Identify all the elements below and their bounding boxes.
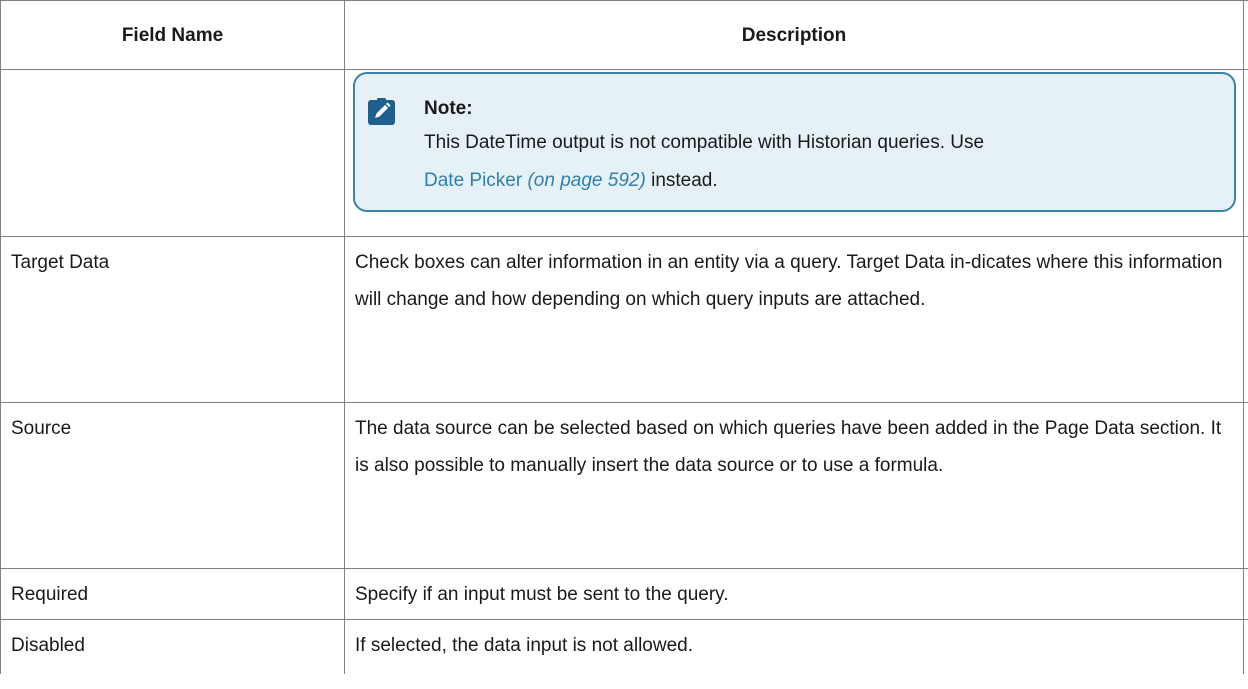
note-text-after: instead.	[651, 170, 718, 191]
description-cell: Note: This DateTime output is not compat…	[345, 70, 1244, 236]
field-cell: Source	[0, 403, 345, 568]
note-text-before: This DateTime output is not compatible w…	[424, 132, 985, 153]
page-reference-link[interactable]: (on page 592)	[527, 170, 645, 191]
description-cell: Check boxes can alter information in an …	[345, 237, 1244, 402]
description-cell: Specify if an input must be sent to the …	[345, 569, 1244, 619]
table-row: Target Data Check boxes can alter inform…	[0, 237, 1248, 403]
field-cell-empty	[0, 70, 345, 236]
description-cell: The data source can be selected based on…	[345, 403, 1244, 568]
date-picker-link[interactable]: Date Picker	[424, 170, 522, 191]
table-row: Note: This DateTime output is not compat…	[0, 70, 1248, 237]
field-cell: Disabled	[0, 620, 345, 674]
header-description: Description	[345, 1, 1244, 69]
note-text: This DateTime output is not compatible w…	[424, 124, 1220, 200]
table-row: Source The data source can be selected b…	[0, 403, 1248, 569]
description-cell: If selected, the data input is not allow…	[345, 620, 1244, 674]
note-body: Note: This DateTime output is not compat…	[424, 94, 1220, 200]
table-row: Disabled If selected, the data input is …	[0, 620, 1248, 674]
note-pencil-icon	[368, 98, 395, 125]
note-callout: Note: This DateTime output is not compat…	[353, 72, 1236, 212]
table-row: Required Specify if an input must be sen…	[0, 569, 1248, 620]
field-cell: Target Data	[0, 237, 345, 402]
header-field-name: Field Name	[0, 1, 345, 69]
field-description-table: Field Name Description Note: This DateTi…	[0, 0, 1248, 674]
field-cell: Required	[0, 569, 345, 619]
note-title: Note:	[424, 98, 473, 119]
table-header-row: Field Name Description	[0, 0, 1248, 70]
